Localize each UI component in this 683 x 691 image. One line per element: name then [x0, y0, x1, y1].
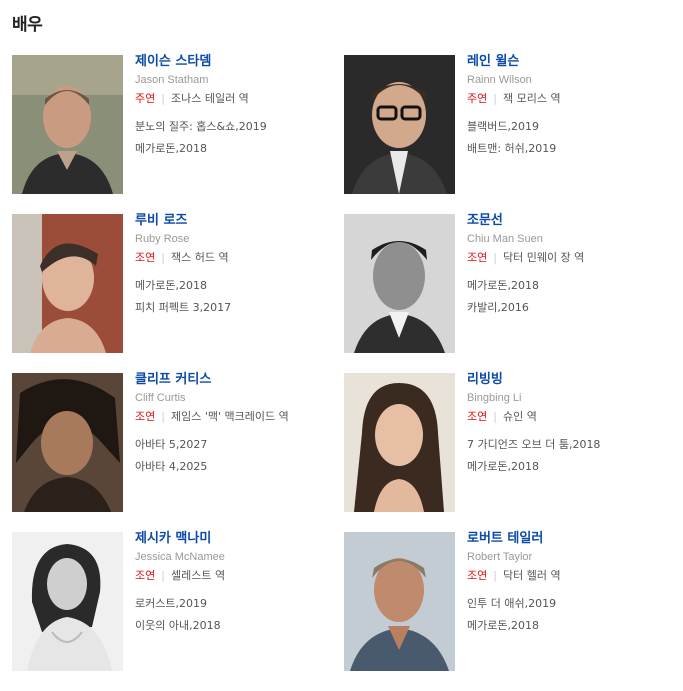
actor-photo[interactable] — [344, 373, 455, 512]
filmography: 블랙버드,2019 배트맨: 허쉬,2019 — [467, 116, 657, 160]
role-line: 조연 | 닥터 민웨이 장 역 — [467, 249, 657, 267]
actor-photo[interactable] — [344, 532, 455, 671]
role-type: 주연 — [467, 92, 488, 105]
role-line: 주연 | 잭 모리스 역 — [467, 90, 657, 108]
role-type: 주연 — [135, 92, 156, 105]
filmography: 분노의 질주: 홉스&쇼,2019 메가로돈,2018 — [135, 116, 325, 160]
actor-card: 레인 윌슨 Rainn Wilson 주연 | 잭 모리스 역 블랙버드,2019 … — [344, 54, 664, 195]
portrait-icon — [12, 373, 123, 512]
role-line: 조연 | 슈인 역 — [467, 408, 657, 426]
filmography: 메가로돈,2018 카발리,2016 — [467, 275, 657, 319]
role-type: 조연 — [135, 569, 156, 582]
role-type: 조연 — [467, 569, 488, 582]
actor-english-name: Cliff Curtis — [135, 392, 186, 404]
actor-english-name: Chiu Man Suen — [467, 233, 543, 245]
work-link[interactable]: 메가로돈,2018 — [467, 275, 657, 297]
role-name: 셀레스트 역 — [170, 569, 226, 582]
filmography: 7 가디언즈 오브 더 툼,2018 메가로돈,2018 — [467, 434, 657, 478]
actor-photo[interactable] — [12, 373, 123, 512]
section-title: 배우 — [12, 15, 43, 35]
actor-english-name: Jessica McNamee — [135, 551, 225, 563]
actor-name-link[interactable]: 리빙빙 — [467, 372, 657, 388]
role-type: 조연 — [467, 410, 488, 423]
work-link[interactable]: 메가로돈,2018 — [467, 615, 657, 637]
portrait-icon — [344, 55, 455, 194]
filmography: 메가로돈,2018 피치 퍼펙트 3,2017 — [135, 275, 325, 319]
filmography: 아바타 5,2027 아바타 4,2025 — [135, 434, 325, 478]
divider: | — [493, 92, 497, 105]
role-name: 잭 모리스 역 — [502, 92, 561, 105]
work-link[interactable]: 메가로돈,2018 — [135, 275, 325, 297]
work-link[interactable]: 로커스트,2019 — [135, 593, 325, 615]
role-line: 조연 | 셀레스트 역 — [135, 567, 325, 585]
work-link[interactable]: 메가로돈,2018 — [135, 138, 325, 160]
work-link[interactable]: 배트맨: 허쉬,2019 — [467, 138, 657, 160]
portrait-icon — [344, 532, 455, 671]
actor-name-link[interactable]: 클리프 커티스 — [135, 372, 325, 388]
actor-name-link[interactable]: 조문선 — [467, 213, 657, 229]
actor-name-link[interactable]: 루비 로즈 — [135, 213, 325, 229]
divider: | — [161, 251, 165, 264]
actor-card: 루비 로즈 Ruby Rose 조연 | 잭스 허드 역 메가로돈,2018 피치 … — [12, 213, 332, 354]
actor-card: 조문선 Chiu Man Suen 조연 | 닥터 민웨이 장 역 메가로돈,201… — [344, 213, 664, 354]
actor-card: 제시카 맥나미 Jessica McNamee 조연 | 셀레스트 역 로커스트,2… — [12, 531, 332, 672]
role-line: 조연 | 제임스 '맥' 맥크레이드 역 — [135, 408, 325, 426]
portrait-icon — [344, 373, 455, 512]
actor-photo[interactable] — [12, 214, 123, 353]
work-link[interactable]: 피치 퍼펙트 3,2017 — [135, 297, 325, 319]
divider: | — [493, 569, 497, 582]
role-type: 조연 — [135, 251, 156, 264]
role-name: 슈인 역 — [502, 410, 537, 423]
role-name: 제임스 '맥' 맥크레이드 역 — [170, 410, 289, 423]
role-name: 잭스 허드 역 — [170, 251, 229, 264]
work-link[interactable]: 인투 더 애쉬,2019 — [467, 593, 657, 615]
portrait-icon — [12, 532, 123, 671]
portrait-icon — [12, 214, 123, 353]
actor-english-name: Ruby Rose — [135, 233, 190, 245]
divider: | — [493, 251, 497, 264]
work-link[interactable]: 아바타 5,2027 — [135, 434, 325, 456]
work-link[interactable]: 블랙버드,2019 — [467, 116, 657, 138]
actor-english-name: Jason Statham — [135, 74, 209, 86]
actor-name-link[interactable]: 제이슨 스타뎀 — [135, 54, 325, 70]
actor-card: 클리프 커티스 Cliff Curtis 조연 | 제임스 '맥' 맥크레이드 역 … — [12, 372, 332, 513]
role-name: 조나스 테일러 역 — [170, 92, 249, 105]
actor-english-name: Robert Taylor — [467, 551, 533, 563]
role-line: 조연 | 잭스 허드 역 — [135, 249, 325, 267]
work-link[interactable]: 카발리,2016 — [467, 297, 657, 319]
actor-photo[interactable] — [12, 55, 123, 194]
actor-english-name: Rainn Wilson — [467, 74, 532, 86]
actor-photo[interactable] — [12, 532, 123, 671]
role-name: 닥터 민웨이 장 역 — [502, 251, 585, 264]
role-name: 닥터 헬러 역 — [502, 569, 561, 582]
divider: | — [493, 410, 497, 423]
actor-name-link[interactable]: 제시카 맥나미 — [135, 531, 325, 547]
divider: | — [161, 410, 165, 423]
divider: | — [161, 92, 165, 105]
portrait-icon — [12, 55, 123, 194]
work-link[interactable]: 7 가디언즈 오브 더 툼,2018 — [467, 434, 657, 456]
work-link[interactable]: 분노의 질주: 홉스&쇼,2019 — [135, 116, 325, 138]
role-type: 조연 — [135, 410, 156, 423]
actor-english-name: Bingbing Li — [467, 392, 522, 404]
work-link[interactable]: 메가로돈,2018 — [467, 456, 657, 478]
actor-photo[interactable] — [344, 55, 455, 194]
actor-name-link[interactable]: 레인 윌슨 — [467, 54, 657, 70]
filmography: 인투 더 애쉬,2019 메가로돈,2018 — [467, 593, 657, 637]
actor-photo[interactable] — [344, 214, 455, 353]
work-link[interactable]: 이웃의 아내,2018 — [135, 615, 325, 637]
role-line: 주연 | 조나스 테일러 역 — [135, 90, 325, 108]
actor-card: 제이슨 스타뎀 Jason Statham 주연 | 조나스 테일러 역 분노의 질… — [12, 54, 332, 195]
actor-card: 리빙빙 Bingbing Li 조연 | 슈인 역 7 가디언즈 오브 더 툼,20… — [344, 372, 664, 513]
filmography: 로커스트,2019 이웃의 아내,2018 — [135, 593, 325, 637]
work-link[interactable]: 아바타 4,2025 — [135, 456, 325, 478]
actor-card: 로버트 테일러 Robert Taylor 조연 | 닥터 헬러 역 인투 더 애쉬… — [344, 531, 664, 672]
divider: | — [161, 569, 165, 582]
role-type: 조연 — [467, 251, 488, 264]
portrait-icon — [344, 214, 455, 353]
role-line: 조연 | 닥터 헬러 역 — [467, 567, 657, 585]
actor-name-link[interactable]: 로버트 테일러 — [467, 531, 657, 547]
